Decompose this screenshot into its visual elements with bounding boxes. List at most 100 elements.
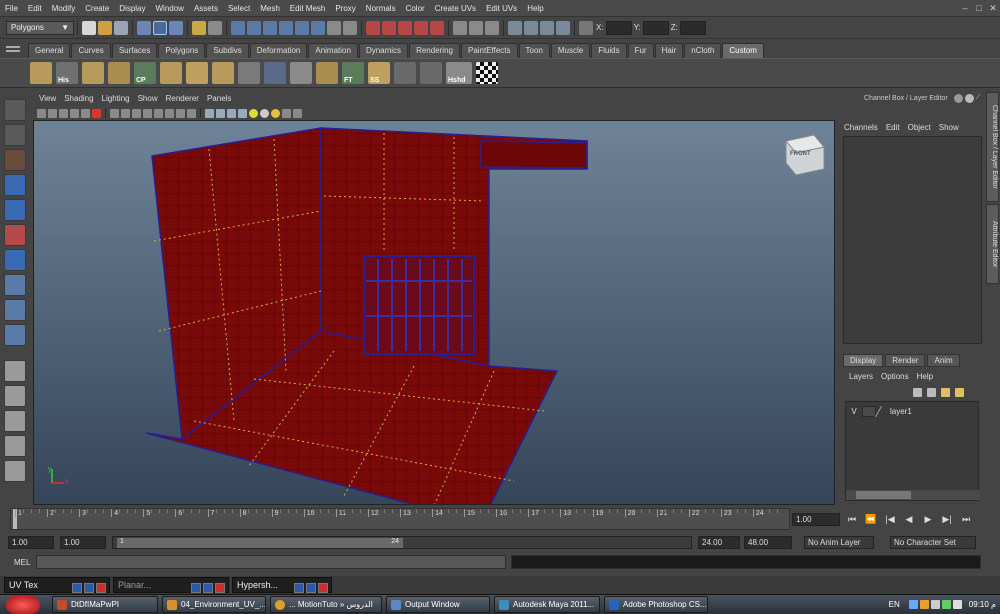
- layer-color-swatch[interactable]: [874, 405, 892, 417]
- taskbar-item[interactable]: Adobe Photoshop CS...: [604, 596, 708, 613]
- ipr-render-icon[interactable]: [540, 20, 554, 35]
- viewport-menu-lighting[interactable]: Lighting: [98, 92, 134, 106]
- tab-channel-box[interactable]: Channel Box / Layer Editor: [986, 92, 999, 202]
- tab-fur[interactable]: Fur: [627, 43, 654, 58]
- taskbar-item[interactable]: ... MotionTuto » الدروس: [270, 596, 382, 613]
- perspective-viewport[interactable]: FRONT y x: [33, 120, 835, 505]
- paint-select-icon[interactable]: [4, 149, 26, 171]
- range-slider-handle[interactable]: 1 24: [117, 537, 403, 548]
- scrollbar-thumb[interactable]: [856, 491, 911, 499]
- xray-joints-icon[interactable]: [293, 108, 302, 118]
- smooth-shade-button[interactable]: SS: [368, 62, 390, 84]
- tab-custom[interactable]: Custom: [722, 43, 764, 58]
- menu-select[interactable]: Select: [223, 0, 255, 17]
- menu-normals[interactable]: Normals: [361, 0, 401, 17]
- anim-layer-dropdown[interactable]: No Anim Layer: [804, 535, 874, 549]
- maximize-icon[interactable]: [203, 582, 213, 593]
- maximize-icon[interactable]: [306, 582, 316, 593]
- channel-edit-menu[interactable]: Edit: [882, 123, 904, 132]
- shelf-menu-icon[interactable]: [6, 44, 20, 56]
- shelf-script-icon[interactable]: [420, 62, 442, 84]
- curve-tool-icon[interactable]: [264, 62, 286, 84]
- close-icon[interactable]: [215, 582, 225, 593]
- render-settings-icon[interactable]: [556, 20, 570, 35]
- default-light-icon[interactable]: [227, 108, 236, 118]
- channel-box-toggle-icon[interactable]: [953, 93, 963, 103]
- viewport-menu-shading[interactable]: Shading: [60, 92, 97, 106]
- menu-assets[interactable]: Assets: [189, 0, 223, 17]
- safe-title-icon[interactable]: [154, 108, 163, 118]
- new-layer-selected-icon[interactable]: [955, 387, 964, 397]
- resolution-gate-icon[interactable]: [110, 108, 119, 118]
- show-manip-icon[interactable]: [4, 324, 26, 346]
- camera-select-icon[interactable]: [37, 108, 46, 118]
- snap-point-icon[interactable]: [398, 20, 412, 35]
- end-time-field[interactable]: 48.00: [744, 535, 792, 549]
- layer-help-menu[interactable]: Help: [913, 372, 937, 381]
- minimized-planar-window[interactable]: Planar...: [113, 577, 229, 593]
- range-slider[interactable]: 1 24: [112, 535, 692, 549]
- start-time-field[interactable]: 1.00: [8, 535, 54, 549]
- shadow-icon[interactable]: [260, 108, 269, 118]
- close-icon[interactable]: [318, 582, 328, 593]
- render-view-icon[interactable]: [508, 20, 522, 35]
- command-language-toggle[interactable]: MEL: [14, 558, 36, 567]
- list-item[interactable]: V layer1: [846, 404, 978, 418]
- maximize-icon[interactable]: □: [972, 0, 986, 17]
- select-points-icon[interactable]: [231, 20, 245, 35]
- taskbar-item[interactable]: DtDfIMaPwPI: [52, 596, 158, 613]
- freeze-transform-button[interactable]: FT: [342, 62, 364, 84]
- checker-icon[interactable]: [476, 62, 498, 84]
- menu-file[interactable]: File: [0, 0, 23, 17]
- center-pivot-button[interactable]: CP: [134, 62, 156, 84]
- shelf-script-icon[interactable]: [290, 62, 312, 84]
- restore-icon[interactable]: [191, 582, 201, 593]
- flag-icon[interactable]: [941, 599, 951, 609]
- menu-modify[interactable]: Modify: [47, 0, 81, 17]
- select-tool-icon[interactable]: [4, 99, 26, 121]
- snap-curve-icon[interactable]: [382, 20, 396, 35]
- channel-show-menu[interactable]: Show: [935, 123, 963, 132]
- hq-render-icon[interactable]: [271, 108, 280, 118]
- gate-mask-icon[interactable]: [121, 108, 130, 118]
- snap-plane-icon[interactable]: [414, 20, 428, 35]
- menu-color[interactable]: Color: [401, 0, 430, 17]
- history-icon[interactable]: [453, 20, 467, 35]
- menu-mesh[interactable]: Mesh: [255, 0, 285, 17]
- minimized-hypershade[interactable]: Hypersh...: [232, 577, 332, 593]
- tab-render-layers[interactable]: Render: [885, 353, 926, 367]
- select-params-icon[interactable]: [247, 20, 261, 35]
- command-input[interactable]: [36, 555, 506, 569]
- menu-edit-uvs[interactable]: Edit UVs: [481, 0, 522, 17]
- tab-subdivs[interactable]: Subdivs: [206, 43, 249, 58]
- snap-live-icon[interactable]: [430, 20, 444, 35]
- select-misc-icon[interactable]: [343, 20, 357, 35]
- taskbar-item[interactable]: Output Window: [386, 596, 490, 613]
- minimize-icon[interactable]: –: [958, 0, 972, 17]
- tab-hair[interactable]: Hair: [654, 43, 684, 58]
- snap-grid-icon[interactable]: [366, 20, 380, 35]
- minimized-uv-texture-editor[interactable]: UV Tex: [4, 577, 110, 593]
- shelf-script-icon[interactable]: [238, 62, 260, 84]
- select-component-icon[interactable]: [169, 20, 183, 35]
- tab-toon[interactable]: Toon: [518, 43, 550, 58]
- tab-attribute-editor[interactable]: Attribute Editor: [986, 204, 999, 284]
- history-button[interactable]: His: [56, 62, 78, 84]
- tool-settings-icon[interactable]: ⟋: [976, 94, 981, 102]
- tab-dynamics[interactable]: Dynamics: [358, 43, 409, 58]
- tab-polygons[interactable]: Polygons: [158, 43, 206, 58]
- single-pane-layout-icon[interactable]: [4, 360, 26, 382]
- restore-icon[interactable]: [72, 582, 82, 593]
- channel-object-menu[interactable]: Object: [904, 123, 935, 132]
- hypershade-button[interactable]: Hshd: [446, 62, 472, 84]
- tab-ncloth[interactable]: nCloth: [684, 43, 722, 58]
- last-tool-icon[interactable]: [4, 299, 26, 321]
- all-lights-icon[interactable]: [238, 108, 247, 118]
- new-empty-layer-icon[interactable]: [941, 387, 950, 397]
- outliner-layout-icon[interactable]: [4, 410, 26, 432]
- menu-proxy[interactable]: Proxy: [330, 0, 360, 17]
- language-indicator[interactable]: EN: [889, 600, 900, 609]
- menu-help[interactable]: Help: [522, 0, 548, 17]
- x-input[interactable]: [605, 20, 632, 35]
- shelf-script-icon[interactable]: [160, 62, 182, 84]
